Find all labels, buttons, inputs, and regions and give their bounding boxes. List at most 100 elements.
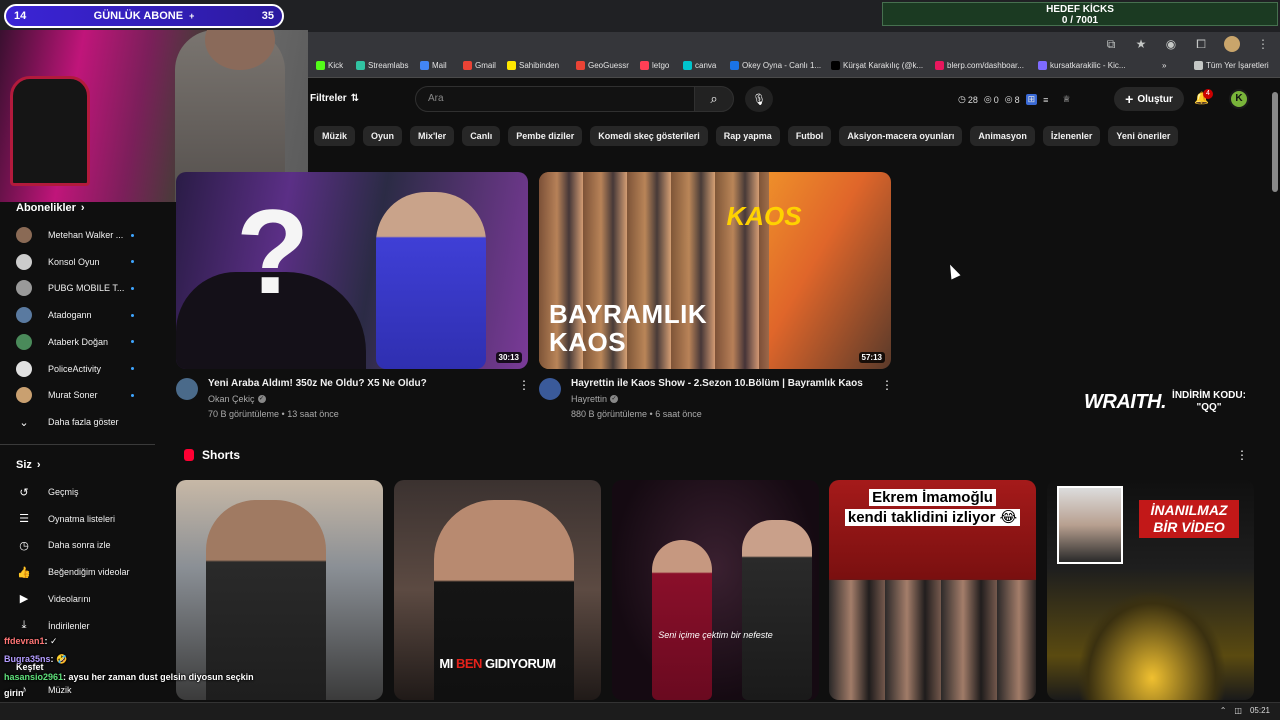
bookmarks-overflow-icon[interactable]: » (1162, 61, 1166, 70)
short-card-3[interactable]: Seni içime çektim bir nefeste (612, 480, 819, 700)
extension-stats[interactable]: ◷ 28 ◎ 0 ◎ 8 ⊞ ≡ ♕ (958, 94, 1071, 105)
chat-text: : aysu her zaman dust gelsin diyosun seç… (63, 672, 254, 682)
gaming-chair (10, 76, 90, 186)
short-card-1[interactable] (176, 480, 383, 700)
bookmark-item[interactable]: blerp.com/dashboar... (935, 61, 1024, 70)
bookmark-item[interactable]: Kürşat Karakılıç (@k... (831, 61, 923, 70)
bookmark-item[interactable]: Tüm Yer İşaretleri (1194, 61, 1269, 70)
bookmark-favicon-icon (463, 61, 472, 70)
you-item[interactable]: ▶ Videolarını (16, 589, 156, 609)
bookmark-item[interactable]: Mail (420, 61, 447, 70)
short-card-5[interactable]: İNANILMAZ BİR VİDEO (1047, 480, 1254, 700)
you-item-label: Videolarını (48, 593, 91, 604)
shorts-more-icon[interactable]: ⋮ (1236, 448, 1248, 462)
chat-username[interactable]: Bugra35ns (4, 654, 51, 664)
subscription-item[interactable]: Ataberk Doğan (16, 332, 156, 352)
channel-avatar[interactable] (539, 378, 561, 400)
category-chip[interactable]: Yeni öneriler (1108, 126, 1179, 146)
download-icon: ⤓ (21, 619, 27, 631)
you-item[interactable]: ◷ Daha sonra izle (16, 535, 156, 555)
channel-name[interactable]: Okan Çekiç (208, 394, 255, 404)
clock-small-icon: ◷ (958, 94, 966, 104)
cast-icon[interactable]: ⧉ (1104, 37, 1118, 51)
you-item[interactable]: 👍 Beğendiğim videolar (16, 562, 156, 582)
extension-icon[interactable]: ◉ (1164, 37, 1178, 51)
more-options-icon[interactable]: ⋮ (881, 378, 893, 392)
puzzle-icon[interactable]: ⧠ (1194, 37, 1208, 51)
category-chip[interactable]: Pembe diziler (508, 126, 583, 146)
list-icon[interactable]: ≡ (1043, 95, 1048, 105)
category-chip[interactable]: Canlı (462, 126, 501, 146)
chat-username[interactable]: hasansio2961 (4, 672, 63, 682)
search-input[interactable]: Ara (415, 86, 695, 112)
chat-message: ffdevran1: ✓ (4, 636, 58, 647)
explore-item[interactable]: ♪ Müzik (16, 680, 156, 700)
category-chip[interactable]: Aksiyon-macera oyunları (839, 126, 963, 146)
subscription-item[interactable]: PUBG MOBILE T... (16, 278, 156, 298)
more-options-icon[interactable]: ⋮ (518, 378, 530, 392)
bookmark-favicon-icon (935, 61, 944, 70)
short-card-2[interactable]: MI BEN GIDIYORUM (394, 480, 601, 700)
you-item[interactable]: ↺ Geçmiş (16, 482, 156, 502)
bookmark-item[interactable]: Kick (316, 61, 343, 70)
subscription-item[interactable]: Metehan Walker ... (16, 225, 156, 245)
bookmark-item[interactable]: canva (683, 61, 716, 70)
category-chip[interactable]: Rap yapma (715, 126, 780, 146)
category-chip[interactable]: Müzik (314, 126, 356, 146)
bookmark-item[interactable]: Okey Oyna - Canlı 1... (730, 61, 821, 70)
voice-search-button[interactable]: 🎙 (745, 86, 773, 112)
page-scrollbar[interactable] (1272, 92, 1278, 192)
new-content-dot (131, 260, 134, 264)
subscriptions-heading[interactable]: Abonelikler › (16, 202, 85, 214)
category-chip[interactable]: Futbol (787, 126, 832, 146)
video-thumbnail-1[interactable]: ? 30:13 (176, 172, 528, 369)
subscription-item[interactable]: Murat Soner (16, 385, 156, 405)
category-chip[interactable]: İzlenenler (1042, 126, 1101, 146)
short-card-4[interactable]: Ekrem İmamoğlu kendi taklidini izliyor 😂 (829, 480, 1036, 700)
bookmark-item[interactable]: Streamlabs (356, 61, 408, 70)
channel-avatar[interactable] (176, 378, 198, 400)
notification-count-badge: 4 (1203, 89, 1213, 99)
menu-dots-icon[interactable]: ⋮ (1256, 37, 1270, 51)
account-avatar[interactable]: K (1229, 89, 1249, 109)
channel-name[interactable]: Hayrettin (571, 394, 607, 404)
video-thumbnail-2[interactable]: KAOS BAYRAMLIK KAOS 57:13 (539, 172, 891, 369)
bookmark-item[interactable]: Gmail (463, 61, 496, 70)
subscription-item[interactable]: PoliceActivity (16, 359, 156, 379)
subscription-item[interactable]: Atadogann (16, 305, 156, 325)
create-button[interactable]: + Oluştur (1114, 87, 1184, 111)
hedef-title: HEDEF KİCKS (1046, 4, 1114, 15)
category-chip[interactable]: Komedi skeç gösterileri (590, 126, 708, 146)
bookmark-item[interactable]: GeoGuessr (576, 61, 629, 70)
you-item[interactable]: ☰ Oynatma listeleri (16, 509, 156, 529)
translate-icon[interactable]: ⊞ (1025, 94, 1038, 105)
video-title[interactable]: Yeni Araba Aldım! 350z Ne Oldu? X5 Ne Ol… (208, 378, 427, 389)
bookmark-label: letgo (652, 61, 670, 70)
chat-message: Bugra35ns: 🤣 (4, 654, 67, 665)
bookmark-item[interactable]: Sahibinden (507, 61, 559, 70)
short-caption: İNANILMAZ BİR VİDEO (1139, 500, 1239, 538)
category-chip[interactable]: Oyun (363, 126, 403, 146)
chat-text: : ✓ (44, 636, 58, 646)
you-item[interactable]: ⤓ İndirilenler (16, 616, 156, 636)
search-button[interactable]: ⌕ (694, 86, 734, 112)
channel-avatar (16, 387, 32, 404)
show-more-button[interactable]: ⌄ Daha fazla göster (16, 412, 156, 432)
category-chip[interactable]: Mix'ler (410, 126, 455, 146)
video-title[interactable]: Hayrettin ile Kaos Show - 2.Sezon 10.Böl… (571, 378, 863, 389)
category-chip[interactable]: Animasyon (970, 126, 1035, 146)
thumbnail-caption-line1: BAYRAMLIK (549, 299, 708, 329)
create-label: Oluştur (1137, 93, 1173, 105)
filters-button[interactable]: Filtreler ⇅ (310, 93, 359, 104)
lamp-icon[interactable]: ♕ (1062, 94, 1070, 105)
profile-avatar[interactable] (1224, 36, 1240, 52)
tray-chevron-icon[interactable]: ⌃ (1220, 706, 1227, 715)
subscription-item[interactable]: Konsol Oyun (16, 252, 156, 272)
bookmark-item[interactable]: kursatkarakilic - Kic... (1038, 61, 1126, 70)
chevron-right-icon: › (36, 459, 41, 471)
bookmark-star-icon[interactable]: ★ (1134, 37, 1148, 51)
tray-network-icon[interactable]: ◫ (1234, 706, 1242, 715)
you-heading[interactable]: Siz › (16, 459, 41, 471)
bookmark-item[interactable]: letgo (640, 61, 669, 70)
chat-username[interactable]: ffdevran1 (4, 636, 45, 646)
